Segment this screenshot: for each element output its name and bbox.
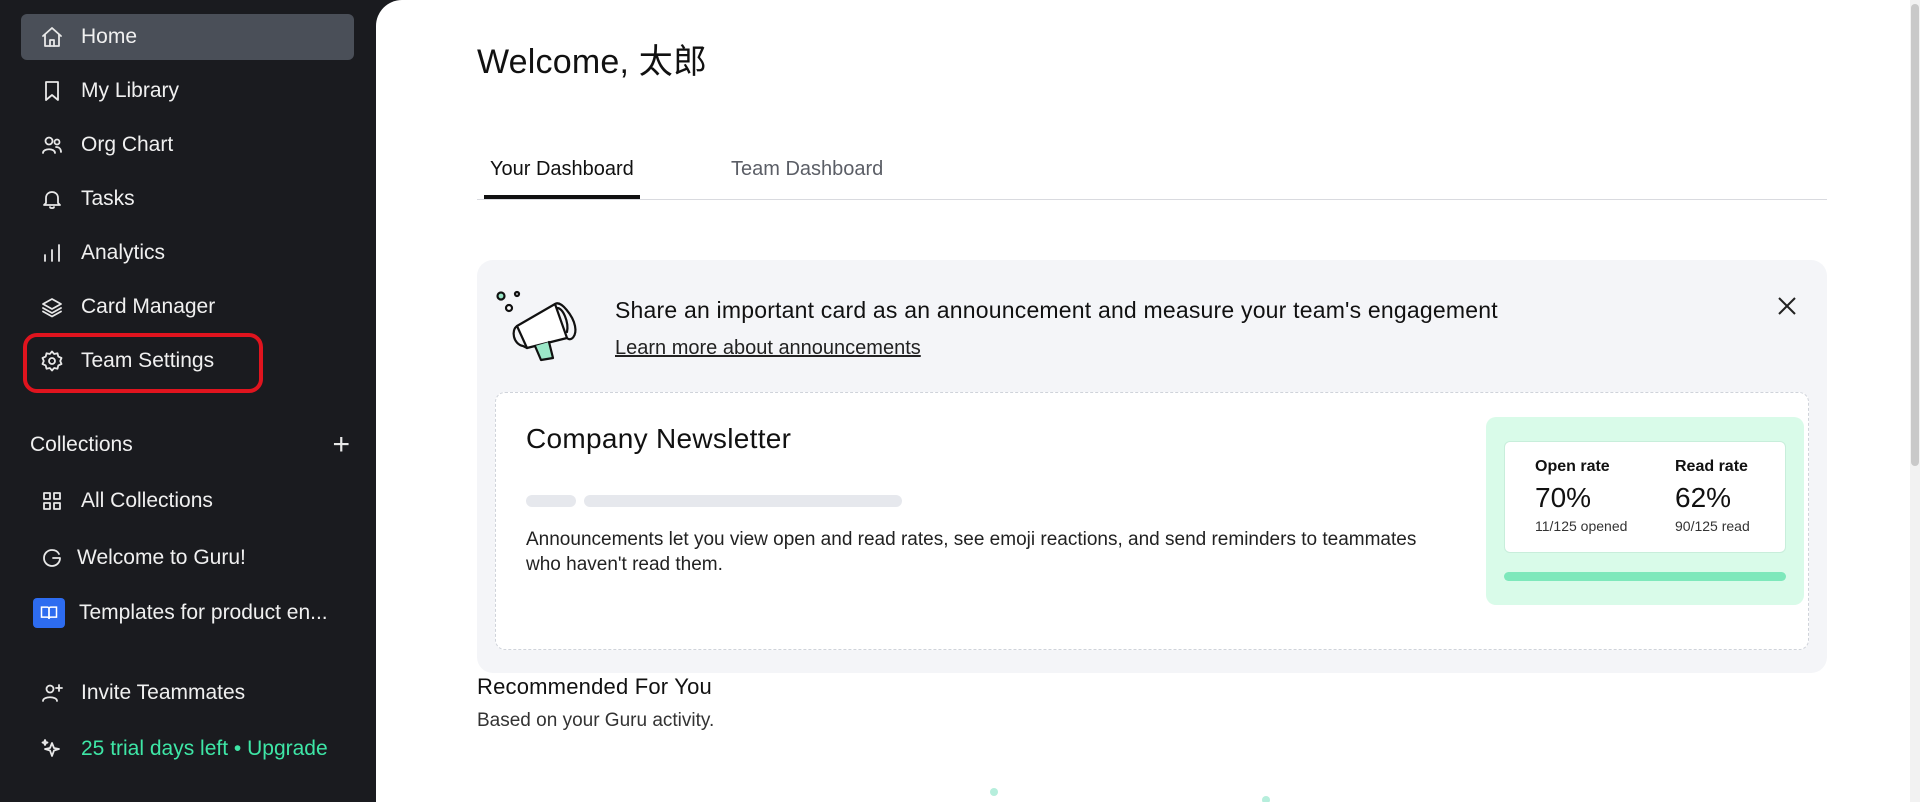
skeleton-line [526, 495, 576, 507]
sidebar-item-label: Tasks [81, 187, 135, 210]
sidebar-item-home[interactable]: Home [21, 14, 354, 60]
book-icon [33, 598, 65, 628]
decorative-dot [990, 788, 998, 796]
sparkle-icon [39, 736, 65, 762]
invite-label: Invite Teammates [81, 681, 246, 704]
read-rate-stat: Read rate 62% 90/125 read [1675, 458, 1750, 534]
skeleton-line [584, 495, 902, 507]
sidebar-item-label: Org Chart [81, 133, 174, 156]
open-rate-label: Open rate [1535, 458, 1610, 475]
newsletter-title: Company Newsletter [526, 423, 792, 454]
scrollbar[interactable] [1910, 0, 1920, 802]
read-rate-value: 62% [1675, 482, 1732, 513]
sidebar-item-all-collections[interactable]: All Collections [21, 478, 354, 524]
sidebar-item-label: Home [81, 25, 138, 48]
collections-header: Collections + [30, 430, 350, 460]
bell-icon [39, 186, 65, 212]
trial-label: 25 trial days left • Upgrade [81, 737, 328, 760]
bar-chart-icon [39, 240, 65, 266]
newsletter-preview-card: Company Newsletter Announcements let you… [495, 392, 1809, 650]
people-icon [39, 132, 65, 158]
sidebar-item-tasks[interactable]: Tasks [21, 176, 354, 222]
megaphone-icon [495, 286, 587, 366]
open-rate-stat: Open rate 70% 11/125 opened [1535, 458, 1627, 534]
sidebar-item-org-chart[interactable]: Org Chart [21, 122, 354, 168]
dashboard-tabs: Your Dashboard Team Dashboard [477, 150, 1827, 200]
sidebar-item-label: Welcome to Guru! [77, 546, 246, 569]
open-rate-sub: 11/125 opened [1535, 518, 1628, 534]
page-title: Welcome, 太郎 [477, 43, 708, 81]
sidebar-item-my-library[interactable]: My Library [21, 68, 354, 114]
close-button[interactable] [1773, 292, 1801, 320]
sidebar-item-templates[interactable]: Templates for product en... [21, 590, 354, 636]
scrollbar-thumb[interactable] [1911, 4, 1919, 466]
sidebar-item-card-manager[interactable]: Card Manager [21, 284, 354, 330]
highlight-ring [23, 333, 263, 393]
tab-your-dashboard[interactable]: Your Dashboard [484, 158, 640, 199]
main-panel: Welcome, 太郎 Your Dashboard Team Dashboar… [376, 0, 1920, 802]
announcement-banner: Share an important card as an announceme… [477, 260, 1827, 673]
collections-label: Collections [30, 433, 133, 456]
bookmark-icon [39, 78, 65, 104]
read-rate-sub: 90/125 read [1675, 518, 1750, 534]
stats-box: Open rate 70% 11/125 opened Read rate 62… [1504, 441, 1786, 553]
sidebar: Home My Library Org Chart Tasks Analytic… [0, 0, 376, 802]
invite-teammates-button[interactable]: Invite Teammates [21, 670, 354, 716]
learn-more-link[interactable]: Learn more about announcements [615, 337, 921, 360]
add-collection-button[interactable]: + [332, 430, 350, 460]
tab-team-dashboard[interactable]: Team Dashboard [731, 158, 883, 197]
grid-icon [39, 488, 65, 514]
sidebar-item-label: My Library [81, 79, 180, 102]
upgrade-link[interactable]: 25 trial days left • Upgrade [21, 726, 354, 772]
guru-logo-icon [39, 545, 65, 571]
announcement-title: Share an important card as an announceme… [615, 297, 1498, 323]
stats-progress-bar [1504, 572, 1786, 581]
open-rate-value: 70% [1535, 482, 1592, 513]
close-icon [1778, 297, 1796, 315]
sidebar-item-label: Card Manager [81, 295, 216, 318]
sidebar-item-welcome-to-guru[interactable]: Welcome to Guru! [21, 535, 354, 581]
sidebar-item-label: Templates for product en... [79, 601, 328, 624]
home-icon [39, 24, 65, 50]
recommended-subtitle: Based on your Guru activity. [477, 710, 715, 731]
layers-icon [39, 294, 65, 320]
read-rate-label: Read rate [1675, 458, 1748, 475]
engagement-stats: Open rate 70% 11/125 opened Read rate 62… [1486, 417, 1804, 605]
decorative-dot [1262, 796, 1270, 802]
sidebar-item-label: Analytics [81, 241, 166, 264]
recommended-title: Recommended For You [477, 674, 712, 699]
add-user-icon [39, 680, 65, 706]
sidebar-item-label: All Collections [81, 489, 213, 512]
newsletter-description: Announcements let you view open and read… [526, 529, 1417, 575]
sidebar-item-analytics[interactable]: Analytics [21, 230, 354, 276]
